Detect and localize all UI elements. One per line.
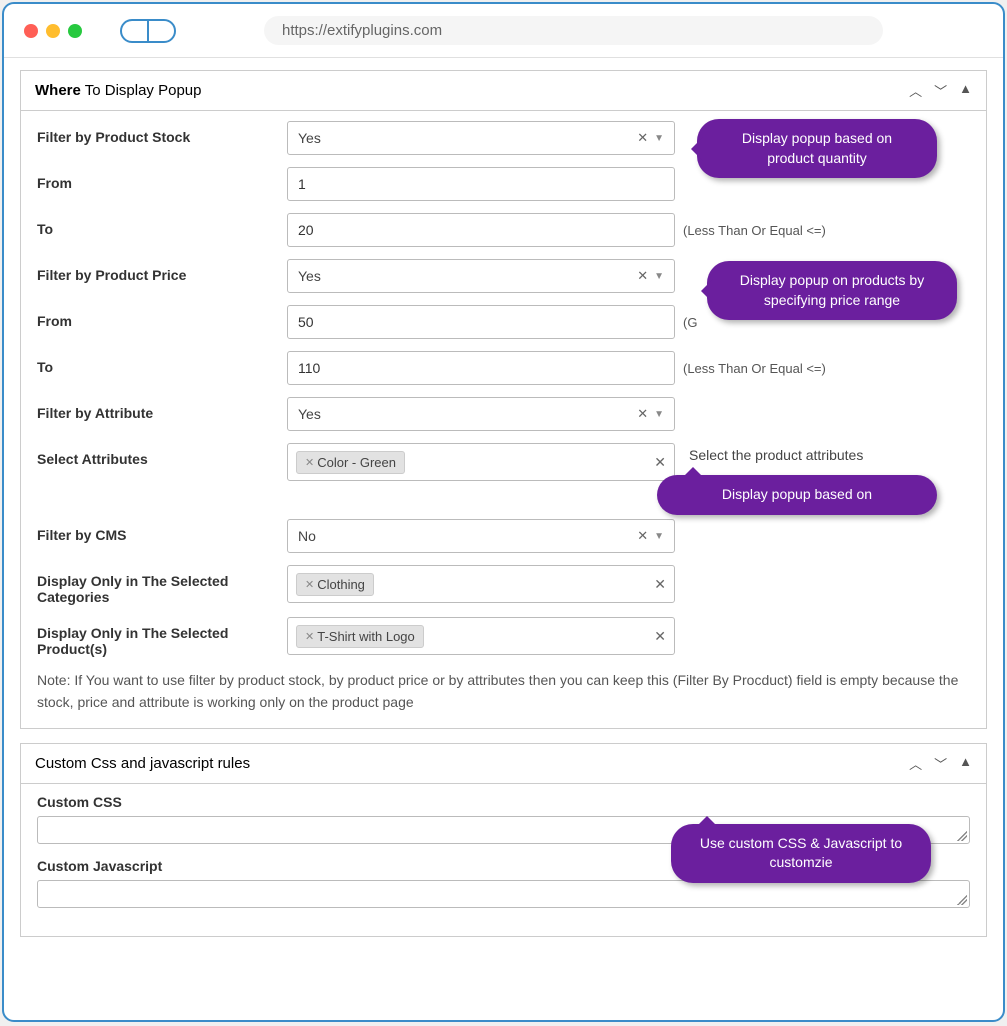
input-from-1[interactable]: 1 (287, 167, 675, 201)
label-from-2: From (37, 305, 287, 329)
label-stock: Filter by Product Stock (37, 121, 287, 145)
clear-icon[interactable]: ✕ (654, 576, 666, 593)
input-to-1[interactable]: 20 (287, 213, 675, 247)
chevron-down-icon[interactable]: ﹀ (934, 754, 947, 773)
note-text: Note: If You want to use filter by produ… (37, 669, 970, 714)
help-to-2: (Less Than Or Equal <=) (683, 351, 826, 376)
select-price[interactable]: Yes ✕ ▼ (287, 259, 675, 293)
tagbox-attributes[interactable]: ✕Color - Green ✕ (287, 443, 675, 481)
label-select-attributes: Select Attributes (37, 443, 287, 467)
browser-toolbar: https://extifyplugins.com (4, 4, 1003, 58)
input-to-2[interactable]: 110 (287, 351, 675, 385)
tag-remove-icon[interactable]: ✕ (305, 456, 314, 469)
panel-header: Where To Display Popup ︿ ﹀ ▲ (21, 71, 986, 111)
clear-icon[interactable]: ✕ (637, 406, 648, 422)
caret-down-icon: ▼ (654, 271, 664, 282)
clear-icon[interactable]: ✕ (637, 130, 648, 146)
panel-title: Custom Css and javascript rules (35, 755, 909, 772)
tag-color-green[interactable]: ✕Color - Green (296, 451, 405, 474)
collapse-icon[interactable]: ▲ (959, 754, 972, 773)
collapse-icon[interactable]: ▲ (959, 81, 972, 100)
window-close-icon[interactable] (24, 24, 38, 38)
input-from-2[interactable]: 50 (287, 305, 675, 339)
window-maximize-icon[interactable] (68, 24, 82, 38)
panel-header: Custom Css and javascript rules ︿ ﹀ ▲ (21, 744, 986, 784)
label-price: Filter by Product Price (37, 259, 287, 283)
nav-toggle[interactable] (120, 19, 176, 43)
tagbox-categories[interactable]: ✕Clothing ✕ (287, 565, 675, 603)
browser-window: https://extifyplugins.com Where To Displ… (2, 2, 1005, 1022)
clear-icon[interactable]: ✕ (637, 268, 648, 284)
clear-icon[interactable]: ✕ (654, 454, 666, 471)
clear-icon[interactable]: ✕ (654, 628, 666, 645)
label-cms: Filter by CMS (37, 519, 287, 543)
panel-where-display: Where To Display Popup ︿ ﹀ ▲ Filter by P… (20, 70, 987, 729)
panel-custom-css-js: Custom Css and javascript rules ︿ ﹀ ▲ Cu… (20, 743, 987, 937)
select-stock[interactable]: Yes ✕ ▼ (287, 121, 675, 155)
callout-css-js: Use custom CSS & Javascript to customzie (671, 824, 931, 883)
callout-attribute: Display popup based on (657, 475, 937, 515)
select-attribute[interactable]: Yes ✕ ▼ (287, 397, 675, 431)
label-attribute: Filter by Attribute (37, 397, 287, 421)
tag-tshirt[interactable]: ✕T-Shirt with Logo (296, 625, 424, 648)
chevron-down-icon[interactable]: ﹀ (934, 81, 947, 100)
select-cms[interactable]: No ✕ ▼ (287, 519, 675, 553)
label-to-2: To (37, 351, 287, 375)
caret-down-icon: ▼ (654, 409, 664, 420)
label-from-1: From (37, 167, 287, 191)
callout-quantity: Display popup based on product quantity (697, 119, 937, 178)
callout-price: Display popup on products by specifying … (707, 261, 957, 320)
chevron-up-icon[interactable]: ︿ (909, 754, 922, 773)
tagbox-products[interactable]: ✕T-Shirt with Logo ✕ (287, 617, 675, 655)
label-products: Display Only in The Selected Product(s) (37, 617, 287, 657)
label-categories: Display Only in The Selected Categories (37, 565, 287, 605)
textarea-custom-js[interactable] (37, 880, 970, 908)
help-attributes: Select the product attributes (689, 443, 970, 463)
panel-title: Where To Display Popup (35, 82, 909, 99)
tag-remove-icon[interactable]: ✕ (305, 630, 314, 643)
label-to-1: To (37, 213, 287, 237)
help-to-1: (Less Than Or Equal <=) (683, 213, 826, 238)
clear-icon[interactable]: ✕ (637, 528, 648, 544)
label-custom-css: Custom CSS (37, 794, 970, 810)
tag-clothing[interactable]: ✕Clothing (296, 573, 374, 596)
tag-remove-icon[interactable]: ✕ (305, 578, 314, 591)
help-from-2: (G (683, 305, 697, 330)
url-bar[interactable]: https://extifyplugins.com (264, 16, 883, 45)
caret-down-icon: ▼ (654, 133, 664, 144)
window-minimize-icon[interactable] (46, 24, 60, 38)
caret-down-icon: ▼ (654, 531, 664, 542)
chevron-up-icon[interactable]: ︿ (909, 81, 922, 100)
